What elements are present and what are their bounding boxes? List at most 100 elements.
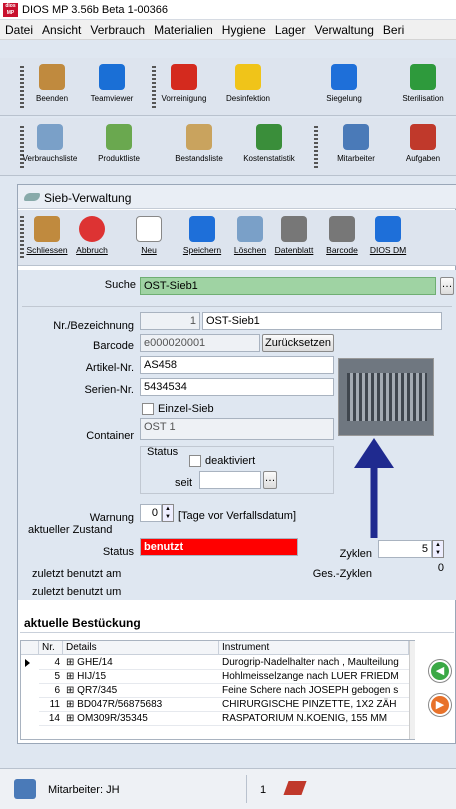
barcode-button[interactable]: Barcode: [322, 212, 362, 255]
divider: [246, 775, 247, 803]
table-row[interactable]: ⊞ BD047R/56875683: [63, 698, 219, 712]
dios-dm-button[interactable]: DIOS DM: [364, 212, 412, 255]
menu-berichte[interactable]: Beri: [378, 20, 408, 37]
row-header-column: [21, 641, 39, 655]
row-details: GHE/14: [77, 657, 113, 668]
abbruch-label: Abbruch: [76, 245, 108, 255]
table-row[interactable]: Durogrip-Nadelhalter nach , Maulteilung: [219, 656, 409, 670]
barcode-printer-icon: [329, 216, 355, 242]
vertical-scrollbar[interactable]: [409, 641, 415, 739]
remove-instrument-button[interactable]: ▶: [429, 694, 451, 716]
produktliste-button[interactable]: Produktliste: [84, 118, 154, 163]
table-row[interactable]: Feine Schere nach JOSEPH gebogen s: [219, 684, 409, 698]
ges-zyklen-value: 0: [437, 562, 444, 574]
add-instrument-button[interactable]: ◀: [429, 660, 451, 682]
table-row[interactable]: RASPATORIUM N.KOENIG, 155 MM: [219, 712, 409, 726]
instrument-tray-image: [347, 373, 427, 421]
teamviewer-icon: [99, 64, 125, 90]
barcode-field[interactable]: e000020001: [140, 334, 260, 352]
toolbar-grip[interactable]: [314, 126, 318, 170]
datenblatt-button[interactable]: Datenblatt: [270, 212, 318, 255]
table-row[interactable]: Hohlmeisselzange nach LUER FRIEDM: [219, 670, 409, 684]
expand-icon[interactable]: ⊞: [66, 699, 77, 710]
expand-icon[interactable]: ⊞: [66, 685, 77, 696]
employee-icon: [343, 124, 369, 150]
green-book-icon: [410, 64, 436, 90]
speichern-button[interactable]: Speichern: [178, 212, 226, 255]
search-input[interactable]: OST-Sieb1: [140, 277, 436, 295]
menu-datei[interactable]: Datei: [0, 20, 37, 37]
serien-label: Serien-Nr.: [84, 384, 134, 396]
mitarbeiter-button[interactable]: Mitarbeiter: [326, 118, 386, 163]
main-toolbar-2: Verbrauchsliste Produktliste Bestandslis…: [0, 118, 456, 176]
nr-label: Nr./Bezeichnung: [53, 320, 134, 332]
seit-label: seit: [175, 477, 193, 489]
teamviewer-button[interactable]: Teamviewer: [82, 58, 142, 103]
abbruch-button[interactable]: Abbruch: [70, 212, 114, 255]
table-row[interactable]: 14: [39, 712, 63, 726]
deaktiviert-checkbox[interactable]: [189, 455, 201, 467]
zyklen-spinner[interactable]: ▲ ▼: [432, 540, 444, 558]
zuruecksetzen-button[interactable]: Zurücksetzen: [262, 334, 334, 352]
siegelung-button[interactable]: Siegelung: [314, 58, 374, 103]
bestandsliste-button[interactable]: Bestandsliste: [164, 118, 234, 163]
table-row[interactable]: ⊞ GHE/14: [63, 656, 219, 670]
kostenstatistik-button[interactable]: Kostenstatistik: [232, 118, 306, 163]
seit-date-button[interactable]: …: [263, 471, 277, 489]
status-user: Mitarbeiter: JH: [48, 784, 120, 796]
expand-icon[interactable]: ⊞: [66, 671, 77, 682]
schliessen-button[interactable]: Schliessen: [24, 212, 70, 255]
column-header-details[interactable]: Details: [63, 641, 219, 655]
sterilisation-button[interactable]: Sterilisation: [393, 58, 453, 103]
vorreinigung-button[interactable]: Vorreinigung: [154, 58, 214, 103]
beenden-button[interactable]: Beenden: [22, 58, 82, 103]
table-row[interactable]: 11: [39, 698, 63, 712]
menu-hygiene[interactable]: Hygiene: [217, 20, 270, 37]
table-row[interactable]: CHIRURGISCHE PINZETTE, 1X2 ZÄH: [219, 698, 409, 712]
sub-window-toolbar: Schliessen Abbruch Neu Speichern Löschen…: [18, 210, 456, 266]
artikel-field[interactable]: AS458: [140, 356, 334, 374]
table-row[interactable]: 5: [39, 670, 63, 684]
warnung-spinner[interactable]: ▲ ▼: [162, 504, 174, 522]
serien-field[interactable]: 5434534: [140, 378, 334, 396]
container-field[interactable]: OST 1: [140, 418, 334, 440]
close-door-icon: [34, 216, 60, 242]
seit-date-field[interactable]: [199, 471, 261, 489]
status-group: Status deaktiviert seit …: [140, 446, 334, 494]
column-header-instrument[interactable]: Instrument: [219, 641, 409, 655]
column-header-nr[interactable]: Nr.: [39, 641, 63, 655]
search-lookup-button[interactable]: …: [440, 277, 454, 295]
expand-icon[interactable]: ⊞: [66, 657, 77, 668]
menu-materialien[interactable]: Materialien: [149, 20, 217, 37]
table-row[interactable]: ⊞ OM309R/35345: [63, 712, 219, 726]
expand-icon[interactable]: ⊞: [66, 713, 77, 724]
status-group-label: Status: [147, 446, 179, 458]
table-row[interactable]: ⊞ HIJ/15: [63, 670, 219, 684]
warnung-field[interactable]: 0: [140, 504, 162, 522]
menu-ansicht[interactable]: Ansicht: [37, 20, 85, 37]
menu-bar: Datei Ansicht Verbrauch Materialien Hygiene L…: [0, 20, 456, 40]
table-row[interactable]: ⊞ QR7/345: [63, 684, 219, 698]
bezeichnung-field[interactable]: OST-Sieb1: [202, 312, 442, 330]
yellow-book-icon: [235, 64, 261, 90]
menu-verwaltung[interactable]: Verwaltung: [310, 20, 378, 37]
menu-lager[interactable]: Lager: [270, 20, 310, 37]
row-details: QR7/345: [77, 685, 118, 696]
menu-verbrauch[interactable]: Verbrauch: [85, 20, 149, 37]
table-row[interactable]: 6: [39, 684, 63, 698]
title-bar: dios MP DIOS MP 3.56b Beta 1-00366: [0, 0, 456, 20]
einzel-sieb-checkbox[interactable]: [142, 403, 154, 415]
blue-book-icon: [331, 64, 357, 90]
verbrauchsliste-button[interactable]: Verbrauchsliste: [12, 118, 88, 163]
delete-icon: [237, 216, 263, 242]
zyklen-field[interactable]: 5: [378, 540, 432, 558]
loeschen-button[interactable]: Löschen: [230, 212, 270, 255]
nr-field[interactable]: 1: [140, 312, 200, 330]
neu-button[interactable]: Neu: [132, 212, 166, 255]
red-book-icon: [171, 64, 197, 90]
aufgaben-button[interactable]: Aufgaben: [393, 118, 453, 163]
desinfektion-button[interactable]: Desinfektion: [218, 58, 278, 103]
vorreinigung-label: Vorreinigung: [161, 94, 207, 103]
product-list-icon: [106, 124, 132, 150]
table-row[interactable]: 4: [39, 656, 63, 670]
